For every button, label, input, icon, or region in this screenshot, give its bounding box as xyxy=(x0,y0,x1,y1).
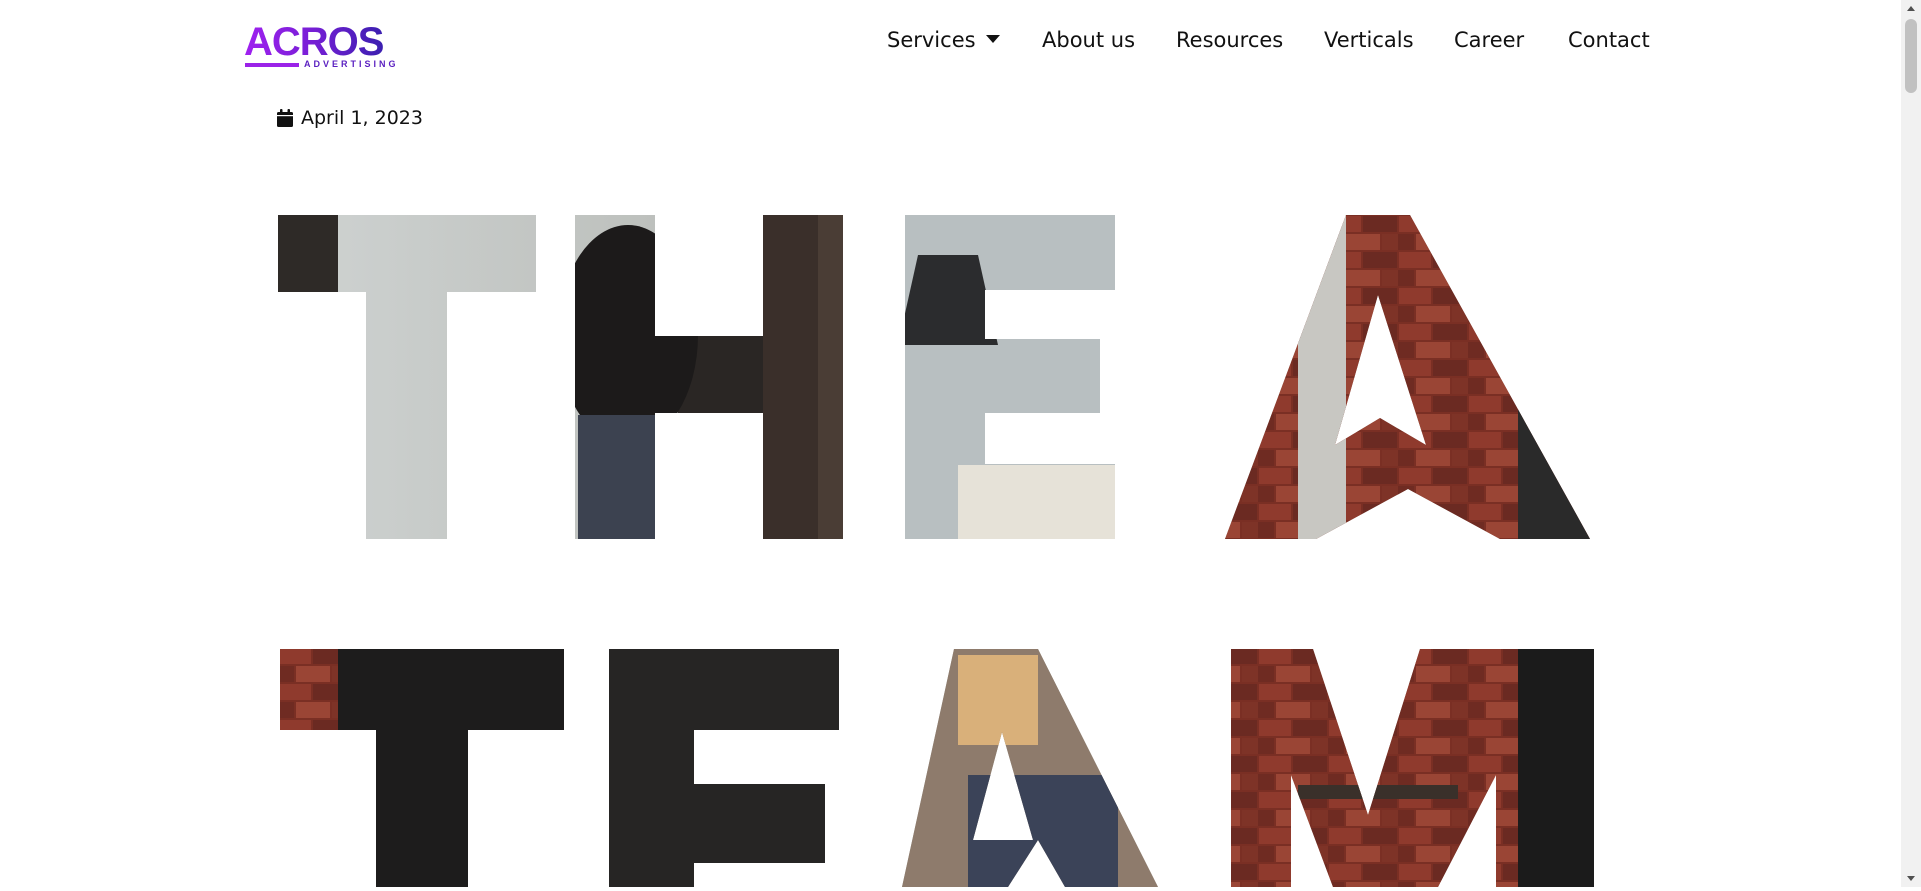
post-date: April 1, 2023 xyxy=(277,104,423,132)
nav-item-label: Contact xyxy=(1568,28,1650,52)
main-navigation: Services About us Resources Verticals Ca… xyxy=(0,24,1921,56)
calendar-icon xyxy=(277,109,293,127)
scroll-up-arrow-icon[interactable] xyxy=(1901,0,1921,17)
nav-item-label: Verticals xyxy=(1324,28,1414,52)
brand-logo-tagline: ADVERTISING xyxy=(304,59,399,69)
scroll-down-arrow-icon[interactable] xyxy=(1901,870,1921,887)
nav-item-services[interactable]: Services xyxy=(887,24,1000,56)
nav-item-label: Resources xyxy=(1176,28,1284,52)
nav-item-resources[interactable]: Resources xyxy=(1176,24,1283,56)
nav-item-label: Career xyxy=(1454,28,1525,52)
nav-item-contact[interactable]: Contact xyxy=(1568,24,1650,56)
hero-lettering-graphic xyxy=(278,215,1594,887)
caret-down-icon xyxy=(985,35,1000,43)
nav-item-career[interactable]: Career xyxy=(1454,24,1524,56)
scrollbar-thumb[interactable] xyxy=(1905,19,1917,93)
nav-item-verticals[interactable]: Verticals xyxy=(1324,24,1414,56)
brand-logo-underline xyxy=(245,63,299,67)
page-scrollbar[interactable] xyxy=(1901,0,1921,887)
nav-item-label: About us xyxy=(1042,28,1136,52)
hero-image xyxy=(278,215,1594,891)
nav-item-about-us[interactable]: About us xyxy=(1042,24,1135,56)
post-date-text: April 1, 2023 xyxy=(301,107,423,129)
nav-item-label: Services xyxy=(887,28,976,52)
